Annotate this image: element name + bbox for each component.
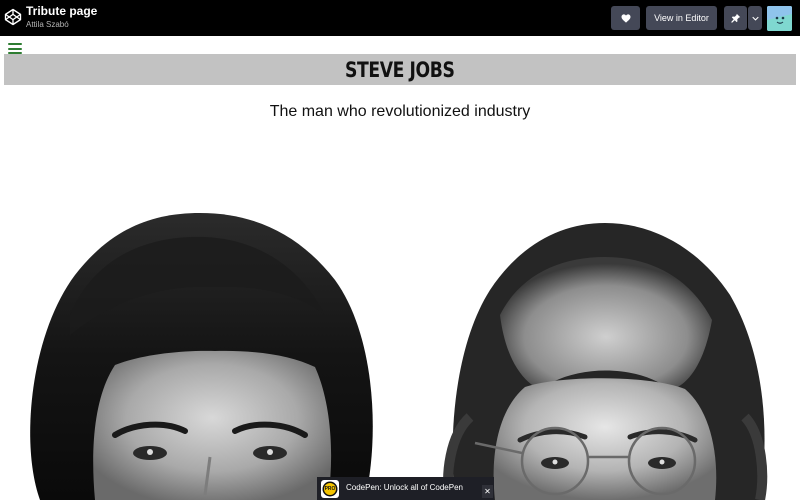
- pin-icon: [730, 13, 740, 23]
- page-title: STEVE JOBS: [345, 57, 455, 82]
- codepen-logo-icon[interactable]: [4, 8, 22, 26]
- pen-title[interactable]: Tribute page: [26, 4, 97, 19]
- codepen-header: Tribute page Attila Szabó View in Editor: [0, 0, 800, 36]
- young-portrait: [30, 213, 373, 500]
- menu-line: [8, 47, 22, 50]
- avatar-face-icon: [767, 6, 792, 31]
- page-subtitle: The man who revolutionized industry: [269, 103, 531, 120]
- pen-author[interactable]: Attila Szabó: [26, 20, 97, 30]
- pen-info: Tribute page Attila Szabó: [26, 4, 97, 30]
- user-avatar[interactable]: [767, 6, 792, 31]
- promo-close-button[interactable]: ✕: [482, 485, 493, 498]
- menu-line: [8, 43, 22, 45]
- heart-icon: [621, 13, 630, 23]
- portrait-image: [30, 213, 768, 500]
- promo-message[interactable]: CodePen: Unlock all of CodePen: [346, 483, 463, 492]
- promo-toast[interactable]: PRO CodePen: Unlock all of CodePen: [317, 477, 494, 500]
- like-button[interactable]: [611, 6, 640, 30]
- pin-button[interactable]: [724, 6, 747, 30]
- older-portrait: [443, 223, 768, 500]
- pro-badge-label: PRO: [324, 486, 336, 492]
- hamburger-menu-icon[interactable]: [8, 43, 22, 54]
- pin-menu-button[interactable]: [748, 6, 762, 30]
- chevron-down-icon: [751, 16, 759, 21]
- view-in-editor-button[interactable]: View in Editor: [646, 6, 717, 30]
- title-banner: STEVE JOBS: [4, 54, 796, 85]
